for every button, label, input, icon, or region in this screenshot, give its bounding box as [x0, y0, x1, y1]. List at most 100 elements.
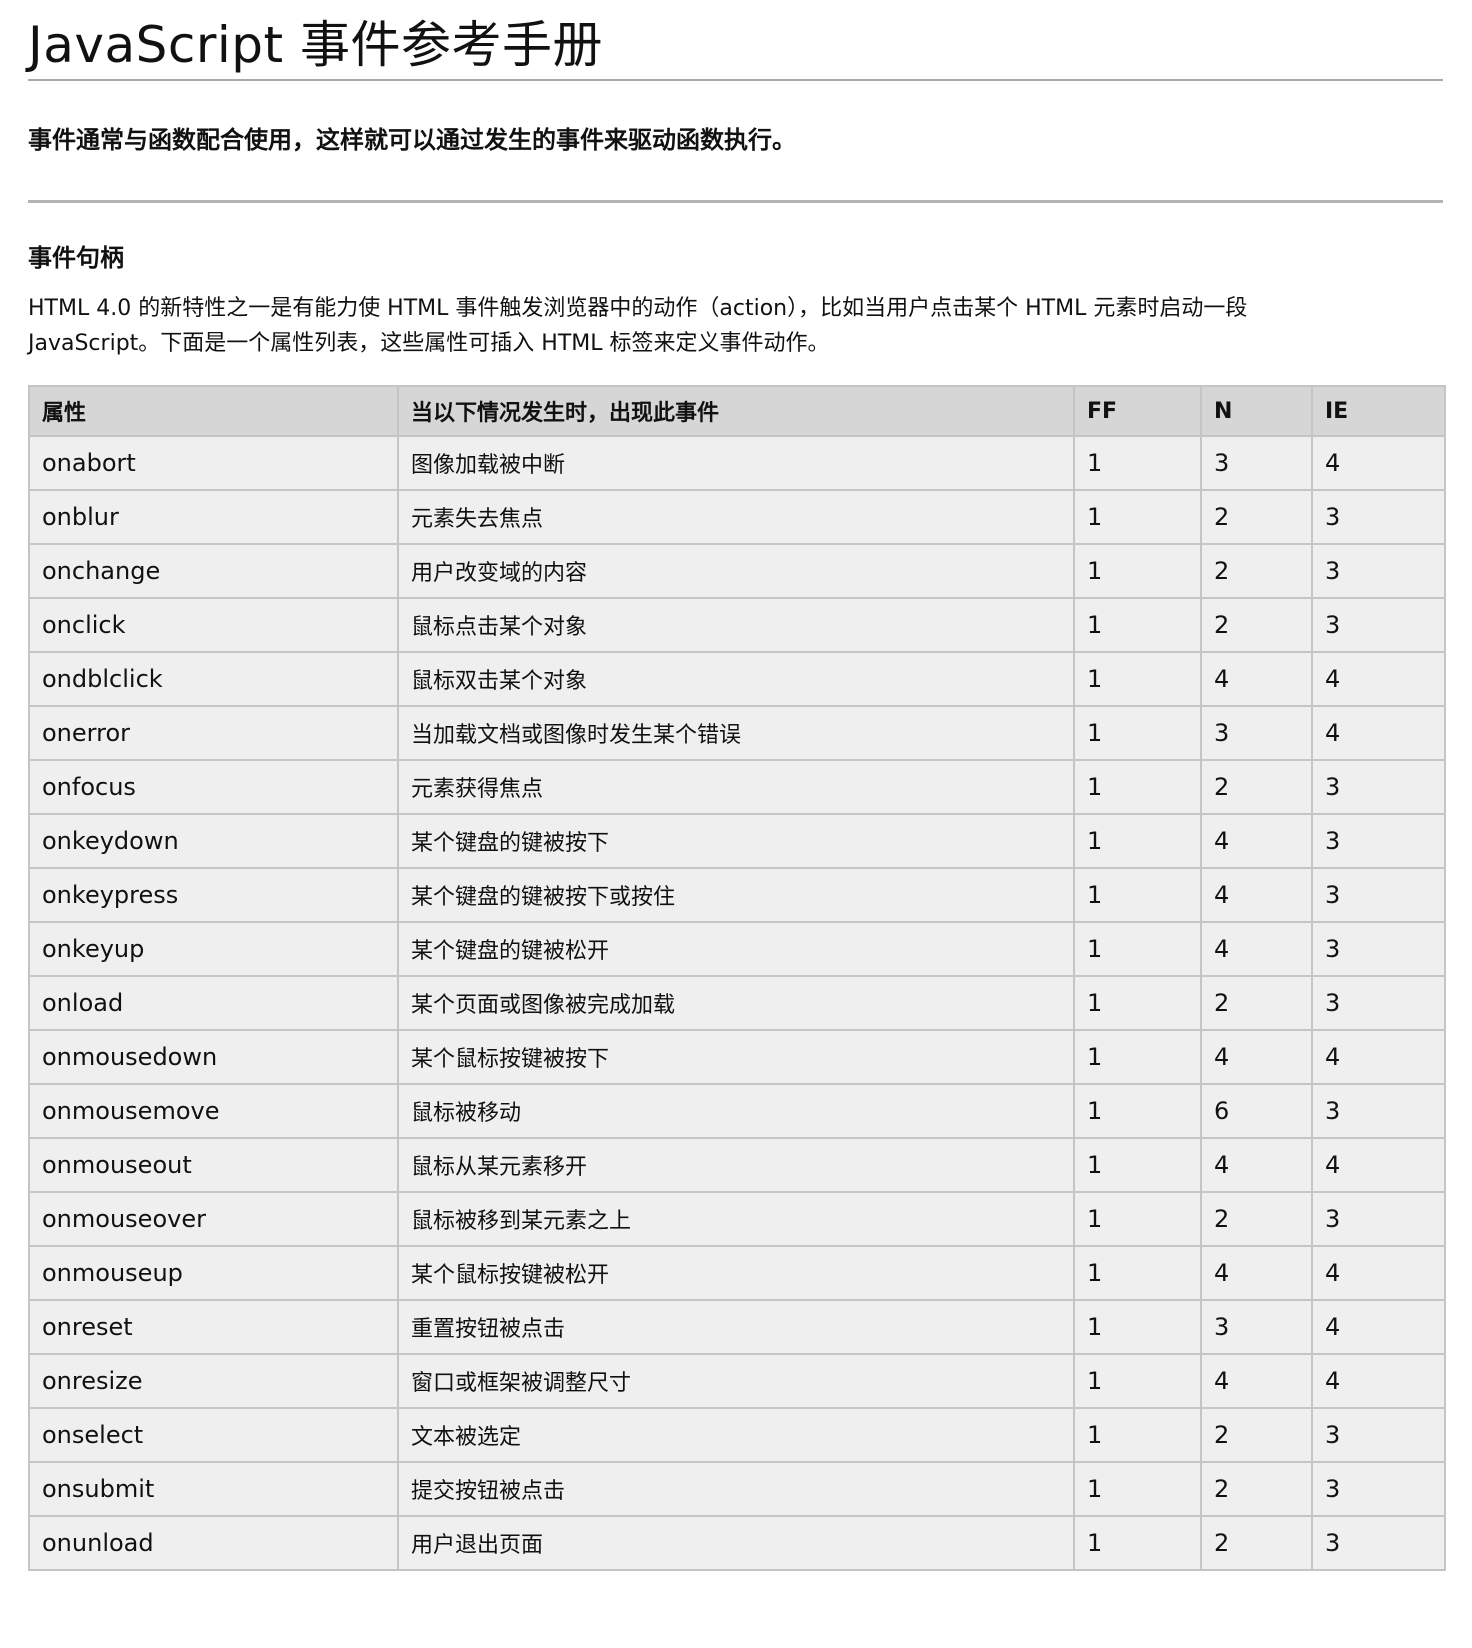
description-line-2: JavaScript。下面是一个属性列表，这些属性可插入 HTML 标签来定义事…	[28, 331, 830, 356]
header-ff: FF	[1073, 385, 1202, 437]
cell-attribute: onresize	[28, 1353, 399, 1409]
cell-ie: 4	[1311, 1245, 1446, 1301]
cell-ie: 3	[1311, 975, 1446, 1031]
table-row: onkeyup 某个键盘的键被松开 1 4 3	[28, 921, 1446, 977]
cell-description: 元素获得焦点	[397, 759, 1075, 815]
cell-ie: 3	[1311, 1083, 1446, 1139]
cell-description: 重置按钮被点击	[397, 1299, 1075, 1355]
cell-ie: 3	[1311, 921, 1446, 977]
cell-ie: 3	[1311, 543, 1446, 599]
cell-ie: 4	[1311, 1137, 1446, 1193]
table-row: onkeypress 某个键盘的键被按下或按住 1 4 3	[28, 867, 1446, 923]
cell-ie: 3	[1311, 813, 1446, 869]
cell-ff: 1	[1073, 921, 1202, 977]
cell-attribute: onreset	[28, 1299, 399, 1355]
table-row: onmousedown 某个鼠标按键被按下 1 4 4	[28, 1029, 1446, 1085]
cell-ff: 1	[1073, 543, 1202, 599]
cell-n: 4	[1200, 1029, 1313, 1085]
cell-ie: 4	[1311, 651, 1446, 707]
cell-ff: 1	[1073, 1029, 1202, 1085]
cell-n: 4	[1200, 1245, 1313, 1301]
cell-ff: 1	[1073, 651, 1202, 707]
cell-ie: 3	[1311, 759, 1446, 815]
cell-description: 鼠标被移动	[397, 1083, 1075, 1139]
cell-ie: 4	[1311, 1029, 1446, 1085]
table-row: onload 某个页面或图像被完成加载 1 2 3	[28, 975, 1446, 1031]
cell-attribute: onclick	[28, 597, 399, 653]
cell-attribute: onmouseout	[28, 1137, 399, 1193]
cell-ff: 1	[1073, 1245, 1202, 1301]
table-row: onreset 重置按钮被点击 1 3 4	[28, 1299, 1446, 1355]
cell-ff: 1	[1073, 1353, 1202, 1409]
cell-attribute: onkeypress	[28, 867, 399, 923]
description-line-1: HTML 4.0 的新特性之一是有能力使 HTML 事件触发浏览器中的动作（ac…	[28, 296, 1248, 321]
table-row: onabort 图像加载被中断 1 3 4	[28, 435, 1446, 491]
cell-ie: 3	[1311, 867, 1446, 923]
header-n: N	[1200, 385, 1313, 437]
cell-n: 3	[1200, 435, 1313, 491]
cell-n: 2	[1200, 975, 1313, 1031]
table-row: onchange 用户改变域的内容 1 2 3	[28, 543, 1446, 599]
cell-n: 2	[1200, 759, 1313, 815]
table-row: onfocus 元素获得焦点 1 2 3	[28, 759, 1446, 815]
horizontal-rule	[28, 200, 1443, 203]
table-row: onblur 元素失去焦点 1 2 3	[28, 489, 1446, 545]
cell-description: 提交按钮被点击	[397, 1461, 1075, 1517]
cell-attribute: onkeydown	[28, 813, 399, 869]
cell-ff: 1	[1073, 975, 1202, 1031]
cell-ie: 3	[1311, 597, 1446, 653]
table-row: onmouseover 鼠标被移到某元素之上 1 2 3	[28, 1191, 1446, 1247]
header-description: 当以下情况发生时，出现此事件	[397, 385, 1075, 437]
page: JavaScript 事件参考手册 事件通常与函数配合使用，这样就可以通过发生的…	[0, 0, 1472, 1571]
cell-ff: 1	[1073, 867, 1202, 923]
cell-n: 4	[1200, 1353, 1313, 1409]
cell-attribute: onmousedown	[28, 1029, 399, 1085]
table-row: onclick 鼠标点击某个对象 1 2 3	[28, 597, 1446, 653]
table-row: onunload 用户退出页面 1 2 3	[28, 1515, 1446, 1571]
header-attribute: 属性	[28, 385, 399, 437]
table-row: onerror 当加载文档或图像时发生某个错误 1 3 4	[28, 705, 1446, 761]
cell-ie: 3	[1311, 1461, 1446, 1517]
cell-n: 4	[1200, 813, 1313, 869]
table-header-row: 属性 当以下情况发生时，出现此事件 FF N IE	[28, 385, 1446, 437]
page-title: JavaScript 事件参考手册	[28, 0, 1443, 81]
table-body: onabort 图像加载被中断 1 3 4 onblur 元素失去焦点 1 2 3 onchange…	[28, 435, 1446, 1571]
cell-description: 用户退出页面	[397, 1515, 1075, 1571]
cell-n: 6	[1200, 1083, 1313, 1139]
cell-n: 2	[1200, 489, 1313, 545]
cell-attribute: onchange	[28, 543, 399, 599]
cell-description: 文本被选定	[397, 1407, 1075, 1463]
table-row: onmousemove 鼠标被移动 1 6 3	[28, 1083, 1446, 1139]
cell-ff: 1	[1073, 759, 1202, 815]
cell-n: 3	[1200, 1299, 1313, 1355]
cell-ie: 3	[1311, 1407, 1446, 1463]
cell-n: 4	[1200, 921, 1313, 977]
cell-attribute: onblur	[28, 489, 399, 545]
cell-ie: 3	[1311, 1515, 1446, 1571]
cell-ie: 3	[1311, 1191, 1446, 1247]
cell-attribute: onkeyup	[28, 921, 399, 977]
table-row: ondblclick 鼠标双击某个对象 1 4 4	[28, 651, 1446, 707]
cell-n: 2	[1200, 543, 1313, 599]
table-row: onsubmit 提交按钮被点击 1 2 3	[28, 1461, 1446, 1517]
cell-description: 鼠标被移到某元素之上	[397, 1191, 1075, 1247]
cell-attribute: onmouseup	[28, 1245, 399, 1301]
cell-ff: 1	[1073, 1137, 1202, 1193]
cell-attribute: onselect	[28, 1407, 399, 1463]
cell-ie: 3	[1311, 489, 1446, 545]
cell-description: 某个键盘的键被按下或按住	[397, 867, 1075, 923]
cell-ff: 1	[1073, 435, 1202, 491]
cell-description: 鼠标双击某个对象	[397, 651, 1075, 707]
cell-ff: 1	[1073, 813, 1202, 869]
cell-ff: 1	[1073, 489, 1202, 545]
cell-n: 4	[1200, 1137, 1313, 1193]
cell-attribute: onfocus	[28, 759, 399, 815]
cell-ie: 4	[1311, 1353, 1446, 1409]
cell-n: 2	[1200, 597, 1313, 653]
cell-n: 4	[1200, 651, 1313, 707]
cell-ie: 4	[1311, 705, 1446, 761]
cell-attribute: onsubmit	[28, 1461, 399, 1517]
cell-description: 鼠标从某元素移开	[397, 1137, 1075, 1193]
cell-ff: 1	[1073, 1407, 1202, 1463]
cell-ff: 1	[1073, 1299, 1202, 1355]
